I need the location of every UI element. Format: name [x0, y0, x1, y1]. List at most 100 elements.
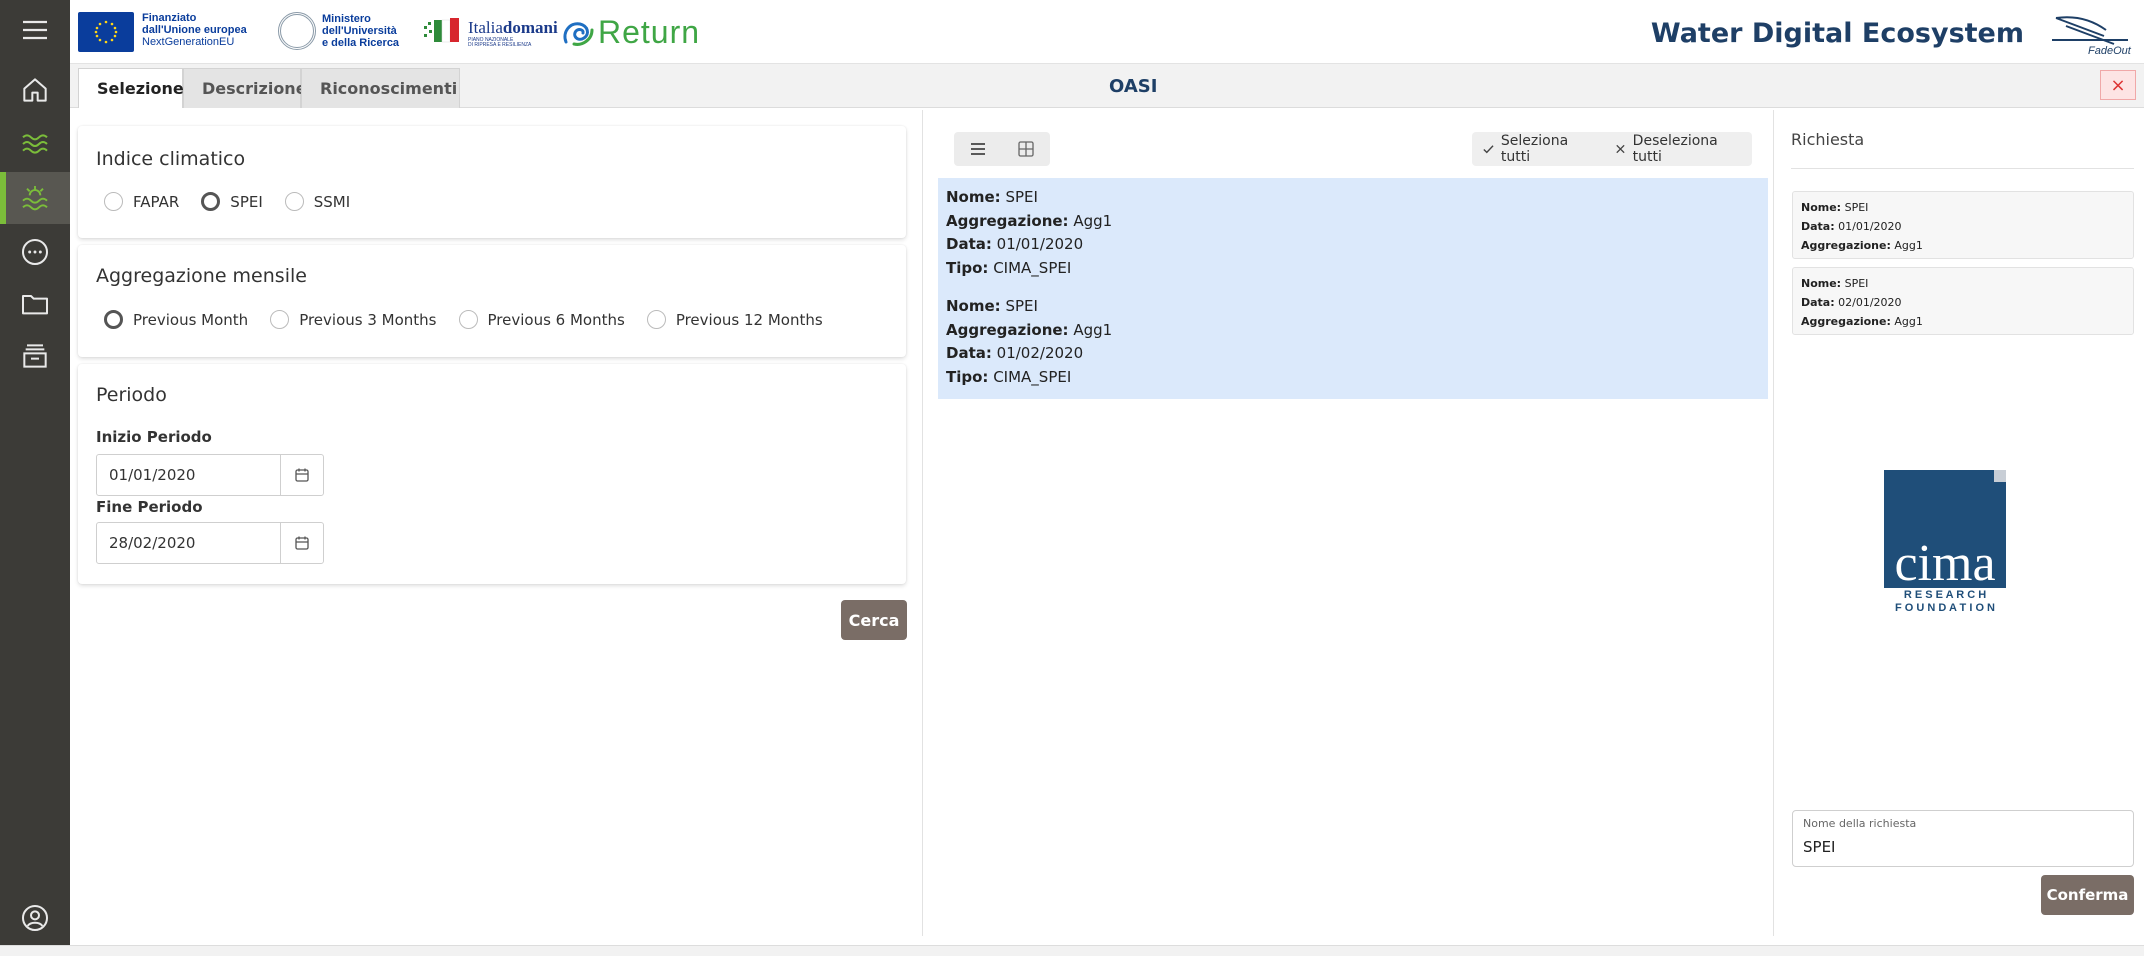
- panel-divider-left: [922, 110, 923, 936]
- radio-previous-6-months-label: Previous 6 Months: [487, 310, 625, 329]
- drought-icon: [22, 186, 48, 211]
- eu-logo-text: Finanziato dall'Unione europea NextGener…: [142, 12, 247, 48]
- bottom-status-bar: [0, 945, 2144, 956]
- menu-icon: [23, 20, 47, 40]
- inizio-calendar-button[interactable]: [281, 455, 323, 495]
- radio-fapar[interactable]: FAPAR: [104, 192, 179, 211]
- fadeout-logo-text: FadeOut: [2088, 45, 2132, 56]
- field-label-data: Data:: [946, 235, 992, 253]
- tab-bar: Selezione Descrizione Riconoscimenti OAS…: [70, 64, 2144, 108]
- richiesta-divider: [1791, 168, 2134, 169]
- close-button[interactable]: ×: [2100, 70, 2136, 100]
- app-title: Water Digital Ecosystem: [1650, 18, 2024, 49]
- radio-previous-month[interactable]: Previous Month: [104, 310, 248, 329]
- result-item[interactable]: Nome: SPEI Aggregazione: Agg1 Data: 01/0…: [946, 186, 1112, 280]
- calendar-icon: [295, 468, 309, 482]
- ministry-line-1: Ministero: [322, 13, 371, 25]
- field-label-tipo: Tipo:: [946, 258, 989, 277]
- result-nome: SPEI: [1005, 188, 1038, 206]
- req-data: 02/01/2020: [1838, 296, 1902, 309]
- fine-periodo-input[interactable]: 28/02/2020: [97, 523, 282, 563]
- fine-periodo-field[interactable]: 28/02/2020: [96, 522, 324, 564]
- italiadomani-text-b: domani: [502, 18, 558, 37]
- req-label-nome: Nome:: [1801, 201, 1842, 214]
- results-list: Nome: SPEI Aggregazione: Agg1 Data: 01/0…: [938, 178, 1768, 399]
- field-label-aggregazione: Aggregazione:: [946, 320, 1069, 339]
- radio-fapar-circle[interactable]: [104, 192, 123, 211]
- italiadomani-text-a: Italia: [468, 18, 503, 37]
- inizio-periodo-field[interactable]: 01/01/2020: [96, 454, 324, 496]
- radio-spei-label: SPEI: [230, 192, 263, 211]
- req-data: 01/01/2020: [1838, 220, 1902, 233]
- sidebar-item-water[interactable]: [0, 118, 70, 170]
- list-view-button[interactable]: [954, 132, 1002, 166]
- cima-foundation-logo: cima R E S E A R C H F O U N D A T I O N: [1884, 470, 2006, 614]
- sidebar-item-more[interactable]: [0, 226, 70, 278]
- return-logo-text: Return: [598, 13, 701, 50]
- archive-icon: [23, 344, 47, 368]
- fine-calendar-button[interactable]: [281, 523, 323, 563]
- richiesta-title: Richiesta: [1791, 130, 1865, 149]
- sidebar-item-user[interactable]: [0, 892, 70, 944]
- request-item[interactable]: Nome: SPEI Data: 01/01/2020 Aggregazione…: [1792, 191, 2134, 259]
- user-icon: [22, 905, 48, 931]
- return-swirl-icon: [563, 22, 594, 46]
- radio-previous-12-months-label: Previous 12 Months: [675, 310, 823, 329]
- result-tipo: CIMA_SPEI: [993, 367, 1072, 386]
- field-label-aggregazione: Aggregazione:: [946, 211, 1069, 230]
- deselect-all-button[interactable]: Deseleziona tutti: [1604, 132, 1752, 166]
- eu-stars-icon: [94, 20, 118, 44]
- conferma-button[interactable]: Conferma: [2041, 875, 2134, 915]
- radio-previous-12-months-circle[interactable]: [646, 310, 666, 329]
- folder-icon: [22, 295, 48, 315]
- result-item[interactable]: Nome: SPEI Aggregazione: Agg1 Data: 01/0…: [946, 295, 1112, 389]
- radio-previous-6-months[interactable]: Previous 6 Months: [458, 310, 625, 329]
- more-icon: [22, 239, 48, 265]
- ministry-line-2: dell'Università: [322, 25, 397, 37]
- radio-previous-12-months[interactable]: Previous 12 Months: [646, 310, 823, 329]
- sidebar: [0, 0, 70, 945]
- radio-previous-6-months-circle[interactable]: [458, 310, 478, 329]
- field-label-nome: Nome:: [946, 297, 1001, 315]
- ministry-line-3: e della Ricerca: [322, 37, 400, 49]
- request-name-field[interactable]: Nome della richiesta SPEI: [1792, 810, 2134, 867]
- tab-riconoscimenti[interactable]: Riconoscimenti: [301, 68, 460, 108]
- grid-view-button[interactable]: [1002, 132, 1050, 166]
- cerca-button[interactable]: Cerca: [841, 600, 907, 640]
- check-icon: [1483, 145, 1494, 154]
- radio-spei-circle[interactable]: [201, 192, 221, 211]
- eu-line-1: Finanziato: [142, 12, 197, 24]
- req-nome: SPEI: [1844, 277, 1869, 290]
- cima-wordmark: cima: [1894, 535, 1995, 592]
- req-aggregazione: Agg1: [1894, 239, 1923, 252]
- radio-previous-3-months[interactable]: Previous 3 Months: [270, 310, 437, 329]
- select-all-button[interactable]: Seleziona tutti: [1472, 132, 1604, 166]
- radio-ssmi[interactable]: SSMI: [284, 192, 350, 211]
- radio-spei[interactable]: SPEI: [201, 192, 263, 211]
- sidebar-item-folder[interactable]: [0, 278, 70, 330]
- radio-ssmi-circle[interactable]: [284, 192, 304, 211]
- inizio-periodo-input[interactable]: 01/01/2020: [97, 455, 282, 495]
- req-aggregazione: Agg1: [1894, 315, 1923, 328]
- eu-flag-logo: [78, 12, 134, 52]
- page-title: OASI: [1109, 76, 1158, 97]
- radio-previous-month-circle[interactable]: [104, 310, 123, 329]
- request-item[interactable]: Nome: SPEI Data: 02/01/2020 Aggregazione…: [1792, 267, 2134, 335]
- radio-fapar-label: FAPAR: [133, 192, 180, 211]
- italiadomani-sub-2: DI RIPRESA E RESILIENZA: [468, 42, 532, 48]
- close-icon: ×: [2110, 74, 2126, 96]
- request-name-input[interactable]: SPEI: [1803, 838, 1835, 856]
- sidebar-item-drought[interactable]: [0, 172, 70, 224]
- select-all-label: Seleziona tutti: [1500, 133, 1569, 165]
- radio-previous-3-months-circle[interactable]: [270, 310, 290, 329]
- menu-button[interactable]: [0, 4, 70, 56]
- radio-previous-month-label: Previous Month: [133, 310, 249, 329]
- sidebar-item-home[interactable]: [0, 64, 70, 116]
- tab-descrizione[interactable]: Descrizione: [183, 68, 307, 108]
- indice-climatico-title: Indice climatico: [96, 148, 246, 170]
- calendar-icon: [295, 536, 309, 550]
- cima-foundation-text: F O U N D A T I O N: [1895, 602, 1995, 614]
- sidebar-item-archive[interactable]: [0, 330, 70, 382]
- tab-selezione[interactable]: Selezione: [78, 68, 184, 108]
- return-logo: Return: [560, 12, 700, 52]
